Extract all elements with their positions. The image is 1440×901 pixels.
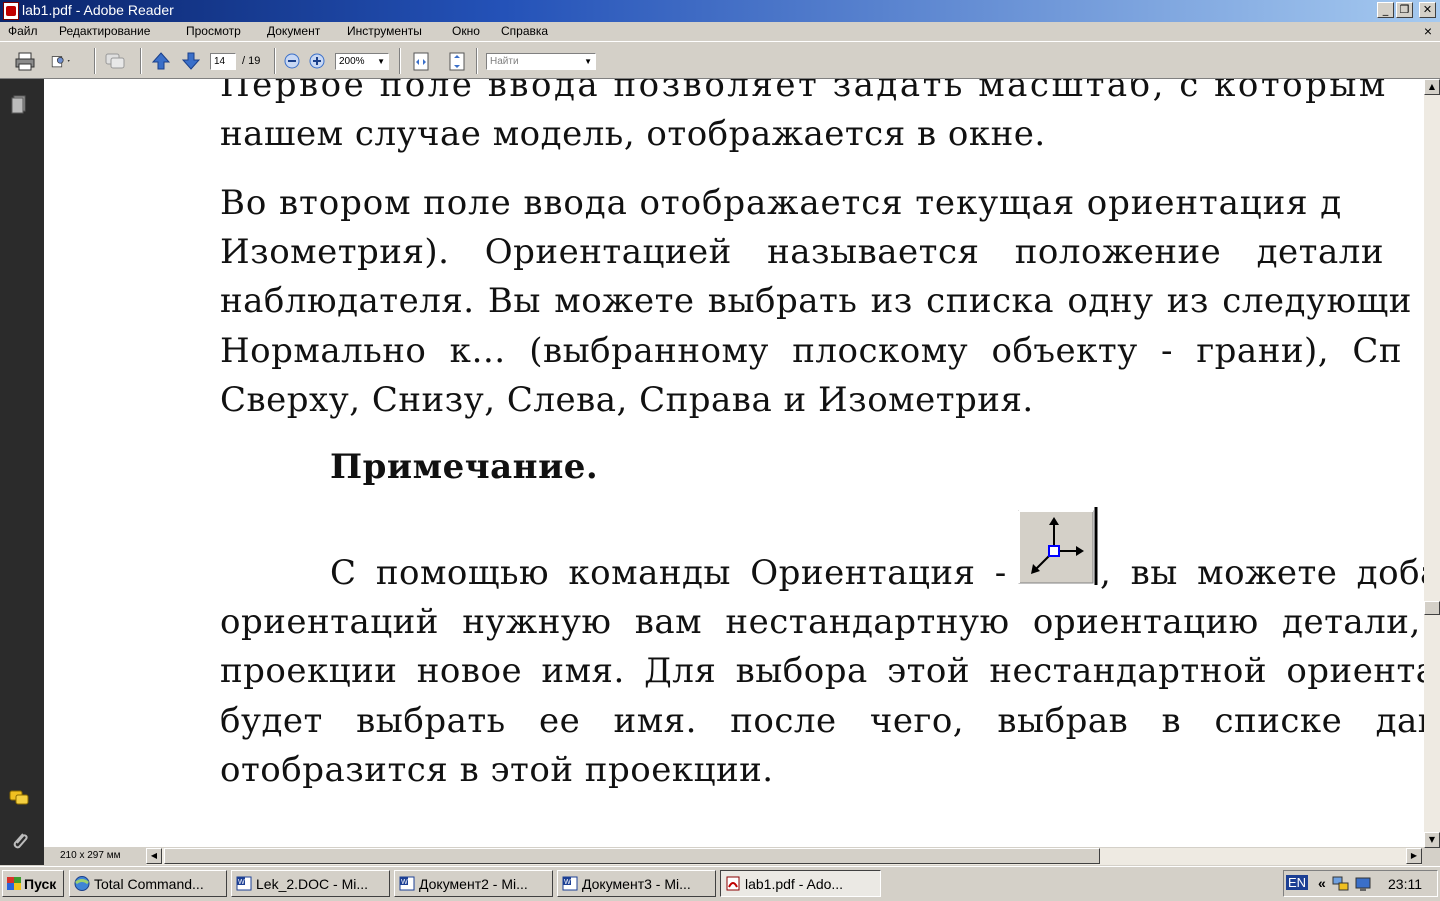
taskbar-item-document3[interactable]: W Документ3 - Mi...	[557, 870, 716, 897]
taskbar-item-lek2-doc[interactable]: W Lek_2.DOC - Mi...	[231, 870, 390, 897]
taskbar-item-document2[interactable]: W Документ2 - Mi...	[394, 870, 553, 897]
vertical-scrollbar[interactable]: ▲ ▼	[1424, 79, 1440, 848]
toolbar: 14 / 19 200% ▼ Найти ▼	[0, 41, 1440, 79]
page-number-input[interactable]: 14	[210, 53, 236, 70]
zoom-in-icon[interactable]	[308, 51, 326, 71]
network-icon[interactable]	[1332, 875, 1350, 893]
svg-text:W: W	[564, 879, 571, 886]
adobe-reader-icon[interactable]	[3, 2, 19, 20]
navigation-panel	[0, 79, 44, 865]
paragraph-line: Первое поле ввода позволяет задать масшт…	[220, 79, 1388, 105]
taskbar-item-label: Lek_2.DOC - Mi...	[256, 876, 369, 892]
next-page-icon[interactable]	[180, 51, 202, 71]
horizontal-scrollbar[interactable]: ◀ ▶	[146, 848, 1422, 865]
taskbar-item-label: Документ3 - Mi...	[582, 876, 691, 892]
zoom-out-icon[interactable]	[283, 51, 301, 71]
paragraph-line: будет выбрать ее имя. после чего, выбрав…	[220, 701, 1424, 741]
taskbar-item-label: Документ2 - Mi...	[419, 876, 528, 892]
taskbar-item-total-commander[interactable]: Total Command...	[69, 870, 227, 897]
toolbar-separator	[274, 48, 276, 74]
paragraph-line: , вы можете доба	[1100, 553, 1424, 593]
toolbar-separator	[94, 48, 96, 74]
taskbar-item-lab1-pdf[interactable]: lab1.pdf - Ado...	[720, 870, 881, 897]
menu-view[interactable]: Просмотр	[186, 24, 241, 38]
menu-window[interactable]: Окно	[452, 24, 480, 38]
scroll-right-arrow-icon[interactable]: ▶	[1406, 848, 1422, 864]
paragraph-line: проекции новое имя. Для выбора этой нест…	[220, 651, 1424, 691]
window-title: lab1.pdf - Adobe Reader	[22, 2, 174, 18]
paragraph-line: Сверху, Снизу, Слева, Справа и Изометрия…	[220, 380, 1034, 420]
minimize-button[interactable]: _	[1377, 2, 1394, 18]
paragraph-line: Нормально к… (выбранному плоскому объект…	[220, 331, 1403, 371]
menu-edit[interactable]: Редактирование	[59, 24, 150, 38]
taskbar: Пуск Total Command... W Lek_2.DOC - Mi..…	[0, 866, 1440, 901]
paragraph-line: Во втором поле ввода отображается текуща…	[220, 183, 1343, 223]
maximize-button[interactable]: ❐	[1396, 2, 1413, 18]
attachments-paperclip-icon[interactable]	[8, 829, 30, 851]
toolbar-separator	[399, 48, 401, 74]
start-button[interactable]: Пуск	[2, 870, 64, 897]
pages-settings-icon[interactable]	[50, 51, 72, 71]
comments-panel-icon[interactable]	[8, 787, 30, 809]
chevron-down-icon: ▼	[377, 57, 385, 66]
clock[interactable]: 23:11	[1388, 876, 1422, 892]
menu-tools[interactable]: Инструменты	[347, 24, 422, 38]
search-placeholder: Найти	[490, 56, 519, 67]
page-total-label: / 19	[242, 55, 261, 67]
display-icon[interactable]	[1354, 875, 1372, 893]
tray-expand-button[interactable]: «	[1318, 875, 1326, 891]
paragraph-line: ориентаций нужную вам нестандартную орие…	[220, 602, 1424, 642]
zoom-value: 200%	[339, 56, 365, 67]
close-button[interactable]: ✕	[1419, 2, 1436, 18]
paragraph-line: отобразится в этой проекции.	[220, 750, 774, 790]
document-close-button[interactable]: ×	[1424, 23, 1432, 39]
orientation-command-icon	[1018, 507, 1098, 585]
pages-panel-icon[interactable]	[8, 93, 30, 115]
search-input[interactable]: Найти ▼	[486, 53, 596, 70]
menu-file[interactable]: Файл	[8, 24, 38, 38]
fit-width-icon[interactable]	[410, 51, 432, 71]
svg-text:W: W	[238, 879, 245, 886]
paragraph-line: наблюдателя. Вы можете выбрать из списка…	[220, 281, 1412, 321]
scroll-down-arrow-icon[interactable]: ▼	[1424, 832, 1440, 848]
document-view[interactable]: Первое поле ввода позволяет задать масшт…	[44, 79, 1424, 847]
status-bar: 210 x 297 мм ◀ ▶	[44, 848, 1440, 865]
menu-help[interactable]: Справка	[501, 24, 548, 38]
paragraph-line: Изометрия). Ориентацией называется полож…	[220, 232, 1384, 272]
pdf-icon	[726, 876, 740, 891]
taskbar-item-label: lab1.pdf - Ado...	[745, 876, 844, 892]
word-icon: W	[562, 876, 578, 891]
previous-page-icon[interactable]	[150, 51, 172, 71]
note-heading: Примечание.	[330, 447, 599, 487]
toolbar-separator	[476, 48, 478, 74]
total-commander-icon	[74, 876, 90, 891]
horizontal-scroll-thumb[interactable]	[164, 848, 1100, 864]
page-size-label: 210 x 297 мм	[60, 850, 121, 861]
system-tray: EN « 23:11	[1283, 870, 1438, 897]
chevron-down-icon: ▼	[584, 57, 592, 66]
word-icon: W	[236, 876, 252, 891]
comments-icon[interactable]	[104, 51, 126, 71]
toolbar-separator	[140, 48, 142, 74]
word-icon: W	[399, 876, 415, 891]
fit-page-icon[interactable]	[446, 51, 468, 71]
scroll-up-arrow-icon[interactable]: ▲	[1424, 79, 1440, 95]
taskbar-item-label: Total Command...	[94, 876, 204, 892]
windows-logo-icon	[7, 877, 21, 890]
scroll-left-arrow-icon[interactable]: ◀	[146, 848, 162, 864]
menu-bar: Файл Редактирование Просмотр Документ Ин…	[0, 22, 1440, 41]
scroll-thumb[interactable]	[1424, 601, 1440, 615]
title-bar: lab1.pdf - Adobe Reader _ ❐ ✕	[0, 0, 1440, 22]
language-indicator[interactable]: EN	[1286, 875, 1309, 890]
start-label: Пуск	[24, 876, 57, 892]
paragraph-line: нашем случае модель, отображается в окне…	[220, 114, 1046, 154]
svg-text:W: W	[401, 879, 408, 886]
menu-document[interactable]: Документ	[267, 24, 320, 38]
print-icon[interactable]	[14, 51, 36, 71]
zoom-select[interactable]: 200% ▼	[335, 53, 389, 70]
